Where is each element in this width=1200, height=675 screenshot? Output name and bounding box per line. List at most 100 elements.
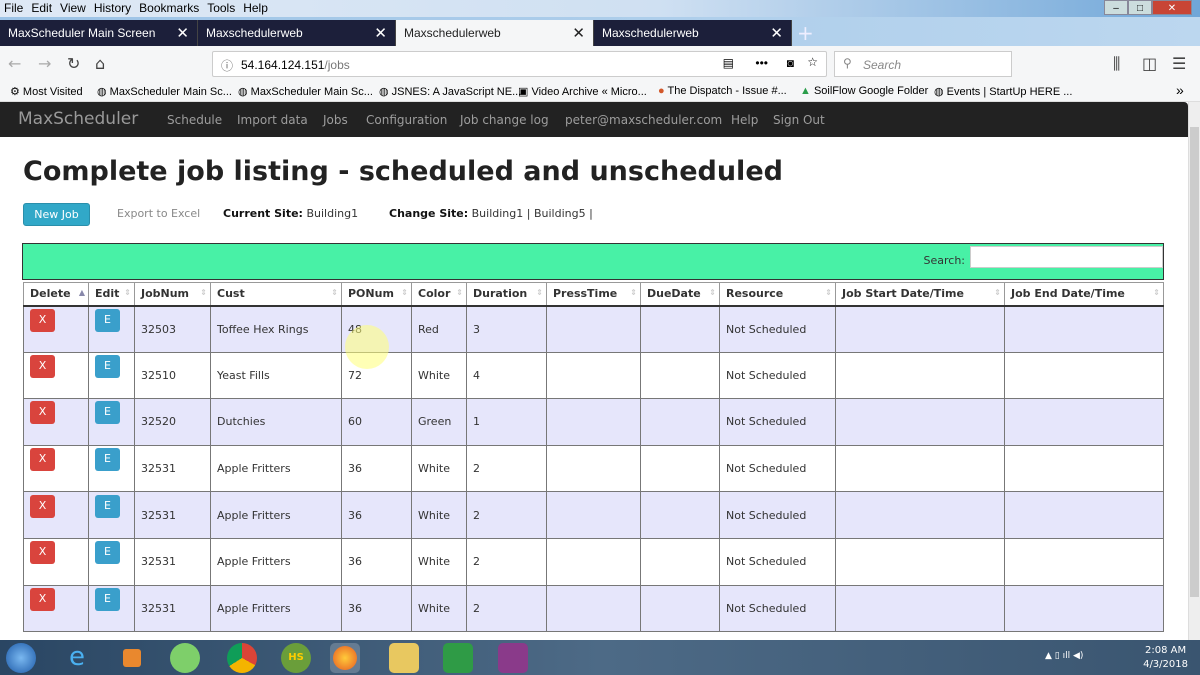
- nav-user-email[interactable]: peter@maxscheduler.com: [565, 113, 722, 127]
- pocket-icon[interactable]: ◙: [787, 56, 794, 70]
- column-header[interactable]: Edit ⇕: [88, 282, 135, 307]
- firefox-taskbar-button[interactable]: [330, 643, 360, 673]
- tray-icons[interactable]: ▲ ▯ ıll ◀): [1045, 651, 1083, 661]
- column-header[interactable]: PONum ⇕: [341, 282, 412, 307]
- menu-edit[interactable]: Edit: [27, 0, 56, 16]
- menu-history[interactable]: History: [90, 0, 135, 16]
- column-header[interactable]: Job End Date/Time ⇕: [1004, 282, 1164, 307]
- column-header-label: Cust: [217, 287, 245, 301]
- edit-button[interactable]: E: [95, 494, 120, 518]
- url-bar[interactable]: ⓘ 54.164.124.151/jobs ▤ ••• ◙ ☆: [212, 51, 827, 77]
- tab-2[interactable]: Maxschedulerweb ✕: [198, 20, 396, 46]
- table-cell: 32531: [134, 444, 211, 493]
- tab-1[interactable]: MaxScheduler Main Screen ✕: [0, 20, 198, 46]
- forward-icon[interactable]: →: [38, 54, 51, 73]
- close-tab-icon[interactable]: ✕: [572, 24, 585, 42]
- column-header[interactable]: DueDate ⇕: [640, 282, 720, 307]
- page-actions-icon[interactable]: •••: [755, 56, 768, 70]
- hubstaff-icon[interactable]: HS: [281, 643, 311, 673]
- nav-jobs[interactable]: Jobs: [323, 113, 348, 127]
- bookmark-5[interactable]: ● The Dispatch - Issue #...: [658, 85, 787, 97]
- delete-button[interactable]: X: [30, 541, 55, 565]
- tab-4[interactable]: Maxschedulerweb ✕: [594, 20, 792, 46]
- column-header[interactable]: Delete ▲: [23, 282, 89, 307]
- column-header[interactable]: PressTime ⇕: [546, 282, 641, 307]
- new-job-button[interactable]: New Job: [23, 203, 90, 226]
- ie-icon[interactable]: e: [62, 643, 92, 673]
- reload-icon[interactable]: ↻: [67, 54, 80, 73]
- column-header[interactable]: Color ⇕: [411, 282, 467, 307]
- export-to-excel-link[interactable]: Export to Excel: [117, 207, 200, 220]
- nav-schedule[interactable]: Schedule: [167, 113, 222, 127]
- edit-button[interactable]: E: [95, 587, 120, 611]
- vertical-scrollbar[interactable]: [1188, 102, 1200, 640]
- maximize-button[interactable]: □: [1128, 0, 1152, 15]
- sort-icon: ⇕: [401, 288, 408, 297]
- bookmark-2[interactable]: ◍ MaxScheduler Main Sc...: [238, 85, 373, 98]
- menu-file[interactable]: File: [0, 0, 27, 16]
- edit-button[interactable]: E: [95, 401, 120, 425]
- back-icon[interactable]: ←: [8, 54, 21, 73]
- screen-recorder-icon[interactable]: [498, 643, 528, 673]
- chrome-icon[interactable]: [227, 643, 257, 673]
- menu-view[interactable]: View: [56, 0, 90, 16]
- bookmark-4[interactable]: ▣ Video Archive « Micro...: [518, 85, 647, 98]
- brand-logo[interactable]: MaxScheduler: [18, 109, 138, 129]
- minimize-button[interactable]: –: [1104, 0, 1128, 15]
- close-window-button[interactable]: ✕: [1152, 0, 1192, 15]
- nav-import-data[interactable]: Import data: [237, 113, 308, 127]
- menu-help[interactable]: Help: [239, 0, 272, 16]
- edit-button[interactable]: E: [95, 448, 120, 472]
- bookmark-most-visited[interactable]: ⚙ Most Visited: [10, 85, 83, 98]
- menu-tools[interactable]: Tools: [203, 0, 239, 16]
- tab-3-active[interactable]: Maxschedulerweb ✕: [396, 20, 594, 46]
- menu-bookmarks[interactable]: Bookmarks: [135, 0, 203, 16]
- edit-button[interactable]: E: [95, 354, 120, 378]
- site-links[interactable]: Building1 | Building5 |: [472, 207, 593, 220]
- nav-help[interactable]: Help: [731, 113, 758, 127]
- explorer-icon[interactable]: [389, 643, 419, 673]
- close-tab-icon[interactable]: ✕: [374, 24, 387, 42]
- bookmarks-overflow-icon[interactable]: »: [1176, 82, 1184, 98]
- close-tab-icon[interactable]: ✕: [770, 24, 783, 42]
- new-tab-icon[interactable]: +: [797, 21, 814, 45]
- table-search-input[interactable]: [970, 246, 1163, 268]
- spreadsheet-icon[interactable]: [443, 643, 473, 673]
- table-row: X E 32531 Apple Fritters 36 White 2 Not Schedul…: [23, 537, 1164, 586]
- delete-button[interactable]: X: [30, 354, 55, 378]
- start-button[interactable]: [6, 643, 36, 673]
- column-header[interactable]: Job Start Date/Time ⇕: [835, 282, 1005, 307]
- close-tab-icon[interactable]: ✕: [176, 24, 189, 42]
- bookmark-star-icon[interactable]: ☆: [807, 55, 818, 69]
- nav-job-change-log[interactable]: Job change log: [460, 113, 549, 127]
- delete-button[interactable]: X: [30, 401, 55, 425]
- hamburger-menu-icon[interactable]: ☰: [1172, 54, 1186, 73]
- bookmark-3[interactable]: ◍ JSNES: A JavaScript NE...: [379, 85, 521, 98]
- edit-button[interactable]: E: [95, 541, 120, 565]
- nav-sign-out[interactable]: Sign Out: [773, 113, 825, 127]
- column-header[interactable]: JobNum ⇕: [134, 282, 211, 307]
- sidebar-icon[interactable]: ◫: [1142, 54, 1157, 73]
- bookmark-1[interactable]: ◍ MaxScheduler Main Sc...: [97, 85, 232, 98]
- edit-button[interactable]: E: [95, 308, 120, 332]
- home-icon[interactable]: ⌂: [95, 54, 105, 73]
- delete-button[interactable]: X: [30, 494, 55, 518]
- scrollbar-thumb[interactable]: [1190, 127, 1199, 597]
- bookmark-6[interactable]: ▲ SoilFlow Google Folder: [800, 85, 928, 97]
- media-player-icon[interactable]: [123, 649, 141, 667]
- browser-search-input[interactable]: ⚲ Search: [834, 51, 1012, 77]
- library-icon[interactable]: ⫼: [1113, 54, 1120, 74]
- column-header[interactable]: Cust ⇕: [210, 282, 342, 307]
- delete-button[interactable]: X: [30, 448, 55, 472]
- column-header[interactable]: Resource ⇕: [719, 282, 836, 307]
- nav-configuration[interactable]: Configuration: [366, 113, 447, 127]
- bookmark-label: SoilFlow Google Folder: [813, 85, 929, 97]
- delete-button[interactable]: X: [30, 587, 55, 611]
- clock[interactable]: 2:08 AM 4/3/2018: [1143, 644, 1188, 672]
- bookmark-7[interactable]: ◍ Events | StartUp HERE ...: [934, 85, 1072, 98]
- app-icon[interactable]: [170, 643, 200, 673]
- delete-button[interactable]: X: [30, 308, 55, 332]
- reader-view-icon[interactable]: ▤: [723, 56, 734, 70]
- column-header[interactable]: Duration ⇕: [466, 282, 547, 307]
- table-cell: [640, 584, 720, 633]
